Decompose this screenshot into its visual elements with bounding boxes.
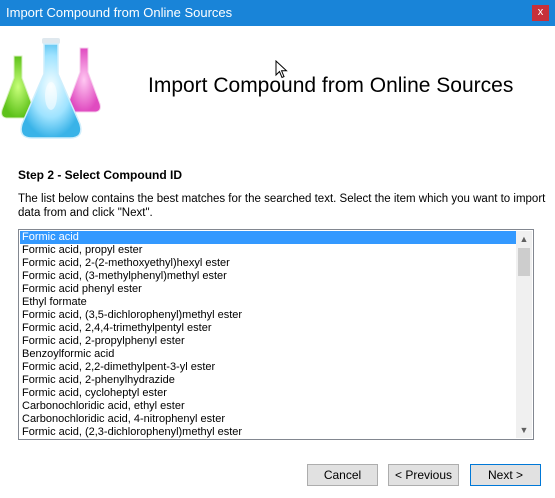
step-description: The list below contains the best matches… [18,193,546,219]
list-item[interactable]: Formic acid, cycloheptyl ester [20,387,517,400]
step-title: Step 2 - Select Compound ID [18,168,183,182]
scroll-up-icon[interactable]: ▲ [516,231,532,247]
list-item[interactable]: Formic acid, propyl ester [20,244,517,257]
list-item[interactable]: Carbonochloridic acid, 4-nitrophenyl est… [20,413,517,426]
next-button[interactable]: Next > [470,464,541,486]
list-item[interactable]: Formic acid, 2-(2-methoxyethyl)hexyl est… [20,257,517,270]
list-item[interactable]: Formic acid, 2-phenylhydrazide [20,374,517,387]
list-item[interactable]: Formic acid, (3-methylphenyl)methyl este… [20,270,517,283]
list-item[interactable]: Formic acid, (2,3-dichlorophenyl)methyl … [20,426,517,439]
page-heading: Import Compound from Online Sources [148,74,514,97]
title-bar: Import Compound from Online Sources x [0,0,555,26]
flask-logo-icon [1,38,101,139]
scroll-down-icon[interactable]: ▼ [516,422,532,438]
close-button[interactable]: x [532,5,549,21]
list-item[interactable]: Formic acid, 2-propylphenyl ester [20,335,517,348]
previous-button[interactable]: < Previous [388,464,459,486]
list-item[interactable]: Formic acid, 2,4,4-trimethylpentyl ester [20,322,517,335]
list-item[interactable]: Ethyl formate [20,296,517,309]
list-item[interactable]: Formic acid phenyl ester [20,283,517,296]
list-item[interactable]: Formic acid [20,231,517,244]
scroll-thumb[interactable] [518,248,530,276]
vertical-scrollbar[interactable]: ▲ ▼ [516,231,532,438]
cancel-button[interactable]: Cancel [307,464,378,486]
compound-listbox[interactable]: Formic acid Formic acid, propyl ester Form… [18,229,534,440]
list-item[interactable]: Benzoylformic acid [20,348,517,361]
list-item[interactable]: Formic acid, 2,2-dimethylpent-3-yl ester [20,361,517,374]
window-title: Import Compound from Online Sources [6,5,233,20]
list-item[interactable]: Formic acid, (3,5-dichlorophenyl)methyl … [20,309,517,322]
wizard-header: Import Compound from Online Sources [0,26,555,150]
mouse-cursor-icon [275,60,288,79]
compound-list: Formic acid Formic acid, propyl ester Form… [20,231,517,439]
list-item[interactable]: Carbonochloridic acid, ethyl ester [20,400,517,413]
